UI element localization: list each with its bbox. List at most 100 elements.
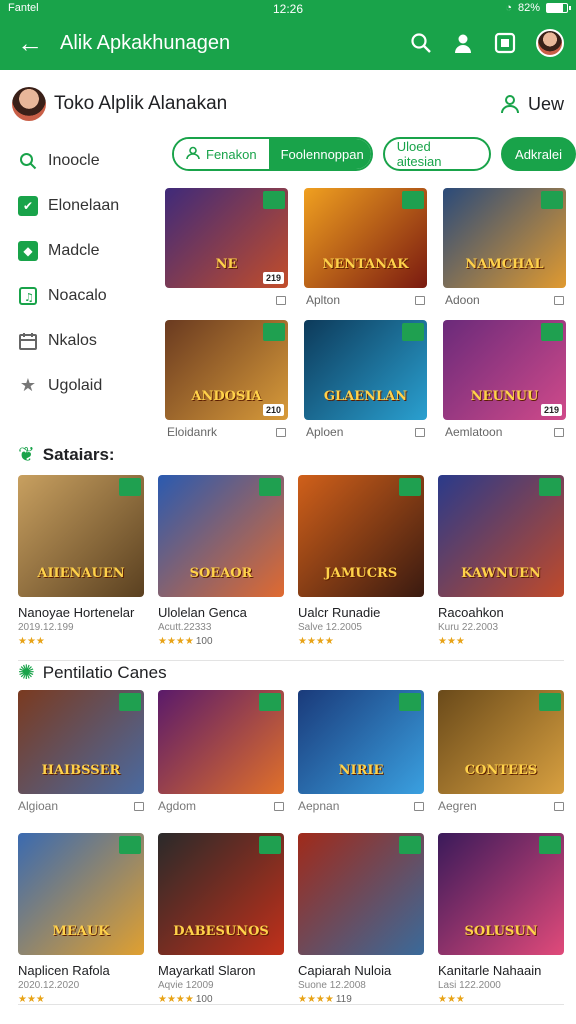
bookmark-icon[interactable]	[554, 801, 564, 811]
section-title-text: Pentilatio Canes	[42, 662, 167, 682]
game-name-row: Ualcr Runadie	[298, 605, 424, 620]
section-title: ❦ Sataiars:	[18, 442, 115, 467]
flag-icon	[402, 191, 424, 209]
game-name: Ualcr Runadie	[298, 605, 381, 620]
user-icon	[500, 94, 520, 114]
game-thumbnail[interactable]: SOLUSUN	[438, 833, 564, 955]
store-avatar	[12, 87, 46, 121]
sidebar-item-cube[interactable]: ◆ Madcle	[0, 228, 160, 273]
game-card[interactable]: AIIENAUEN Nanoyae Hortenelar 2019.12.199 ★★…	[18, 475, 144, 647]
game-thumbnail[interactable]: DABESUNOS	[158, 833, 284, 955]
game-card[interactable]: SOLUSUN Kanitarle Nahaain Lasi 122.2000 ★★★	[438, 833, 564, 1005]
game-grid: AIIENAUEN Nanoyae Hortenelar 2019.12.199 ★★…	[18, 475, 564, 647]
sidebar-item-label: Inoocle	[48, 151, 100, 169]
sidebar-item-check[interactable]: ✔ Elonelaan	[0, 183, 160, 228]
cube-icon: ◆	[18, 240, 38, 261]
profile-icon[interactable]	[452, 32, 474, 54]
game-thumbnail[interactable]	[158, 690, 284, 794]
game-card[interactable]: MEAUK Naplicen Rafola 2020.12.2020 ★★★	[18, 833, 144, 1005]
game-subtitle: Suone 12.2008	[298, 980, 366, 991]
chip-fenakon[interactable]: Fenakon	[174, 139, 269, 169]
game-name: Mayarkatl Slaron	[158, 963, 256, 978]
game-thumbnail[interactable]: AIIENAUEN	[18, 475, 144, 597]
sidebar-item-music[interactable]: ♫ Noacalo	[0, 273, 160, 318]
sidebar-item-label: Ugolaid	[48, 376, 103, 394]
bookmark-icon[interactable]	[415, 427, 425, 437]
game-card[interactable]: JAMUCRS Ualcr Runadie Salve 12.2005 ★★★★	[298, 475, 424, 647]
game-thumbnail[interactable]: NEUNUU 219	[443, 320, 566, 420]
app-tile[interactable]: ANDOSIA 210 Eloidanrk	[165, 320, 288, 444]
sidebar-item-search[interactable]: Inoocle	[0, 138, 160, 183]
game-subtitle: Salve 12.2005	[298, 622, 362, 633]
check-box-icon: ✔	[18, 195, 38, 216]
tile-caption-row: Aplton	[304, 288, 427, 312]
game-logo-text: SOLUSUN	[464, 924, 538, 939]
bookmark-icon[interactable]	[415, 295, 425, 305]
tile-caption: Aplton	[306, 293, 341, 307]
game-thumbnail[interactable]: JAMUCRS	[298, 475, 424, 597]
app-tile[interactable]: NEUNUU 219 Aemlatoon	[443, 320, 566, 444]
avatar[interactable]	[536, 29, 564, 57]
star-icons: ★★★★	[298, 636, 334, 647]
leaf-icon: ❦	[18, 444, 35, 466]
chip-adkralei[interactable]: Adkralei	[501, 137, 576, 171]
game-thumbnail[interactable]: SOEAOR	[158, 475, 284, 597]
game-thumbnail[interactable]: MEAUK	[18, 833, 144, 955]
app-tile[interactable]: NAMCHAL Adoon	[443, 188, 566, 312]
bookmark-icon[interactable]	[276, 427, 286, 437]
game-card[interactable]: SOEAOR Ulolelan Genca Acutt.22333 ★★★★ 100	[158, 475, 284, 647]
svg-text:♫: ♫	[24, 291, 34, 304]
game-card[interactable]: KAWNUEN Racoahkon Kuru 22.2003 ★★★	[438, 475, 564, 647]
bookmark-icon[interactable]	[276, 295, 286, 305]
game-thumbnail[interactable]: NENTANAK	[304, 188, 427, 288]
bookmark-icon[interactable]	[134, 801, 144, 811]
tile-caption-row: Aepnan	[298, 794, 424, 818]
bookmark-icon[interactable]	[554, 295, 564, 305]
game-logo-text: HAIBSSER	[41, 763, 121, 778]
camera-icon[interactable]	[494, 32, 516, 54]
user-icon	[186, 146, 200, 163]
game-name: Racoahkon	[438, 605, 504, 620]
sidebar-item-calendar[interactable]: Nkalos	[0, 318, 160, 363]
app-tile[interactable]: CONTEES Aegren	[438, 690, 564, 818]
game-card[interactable]: Capiarah Nuloia Suone 12.2008 ★★★★ 119	[298, 833, 424, 1005]
game-thumbnail[interactable]: NIRIE	[298, 690, 424, 794]
game-thumbnail[interactable]: GLAENLAN	[304, 320, 427, 420]
game-thumbnail[interactable]: NAMCHAL	[443, 188, 566, 288]
game-logo-text: MEAUK	[52, 924, 110, 939]
chip-foolennoppan[interactable]: Foolennoppan	[268, 139, 371, 169]
sidebar-item-star[interactable]: ★ Ugolaid	[0, 363, 160, 408]
chip-uloed[interactable]: Uloed aitesian	[382, 137, 492, 171]
rating-stars: ★★★★	[298, 636, 424, 647]
app-tile[interactable]: NENTANAK Aplton	[304, 188, 427, 312]
flag-icon	[119, 693, 141, 711]
app-tile[interactable]: NE 219	[165, 188, 288, 312]
tile-caption-row	[165, 288, 288, 312]
app-tile[interactable]: NIRIE Aepnan	[298, 690, 424, 818]
game-thumbnail[interactable]: ANDOSIA 210	[165, 320, 288, 420]
rating-stars: ★★★★ 100	[158, 636, 284, 647]
game-thumbnail[interactable]	[298, 833, 424, 955]
game-name: Naplicen Rafola	[18, 963, 110, 978]
game-thumbnail[interactable]: HAIBSSER	[18, 690, 144, 794]
bookmark-icon[interactable]	[554, 427, 564, 437]
game-thumbnail[interactable]: KAWNUEN	[438, 475, 564, 597]
star-icons: ★★★	[18, 636, 45, 647]
tile-caption: Aegren	[438, 799, 477, 813]
sidebar-item-label: Madcle	[48, 241, 100, 259]
flag-icon	[119, 836, 141, 854]
sidebar-item-label: Noacalo	[48, 286, 107, 304]
bookmark-icon[interactable]	[274, 801, 284, 811]
game-card[interactable]: DABESUNOS Mayarkatl Slaron Aqvie 12009 ★★★★…	[158, 833, 284, 1005]
app-tile[interactable]: HAIBSSER Algioan	[18, 690, 144, 818]
game-name: Kanitarle Nahaain	[438, 963, 542, 978]
app-tile[interactable]: Agdom	[158, 690, 284, 818]
game-thumbnail[interactable]: CONTEES	[438, 690, 564, 794]
view-button[interactable]: Uew	[500, 94, 564, 115]
arrow-left-icon[interactable]: ←	[12, 28, 48, 59]
app-tile[interactable]: GLAENLAN Aploen	[304, 320, 427, 444]
search-icon[interactable]	[410, 32, 432, 54]
age-badge: 210	[262, 404, 284, 416]
game-thumbnail[interactable]: NE 219	[165, 188, 288, 288]
bookmark-icon[interactable]	[414, 801, 424, 811]
